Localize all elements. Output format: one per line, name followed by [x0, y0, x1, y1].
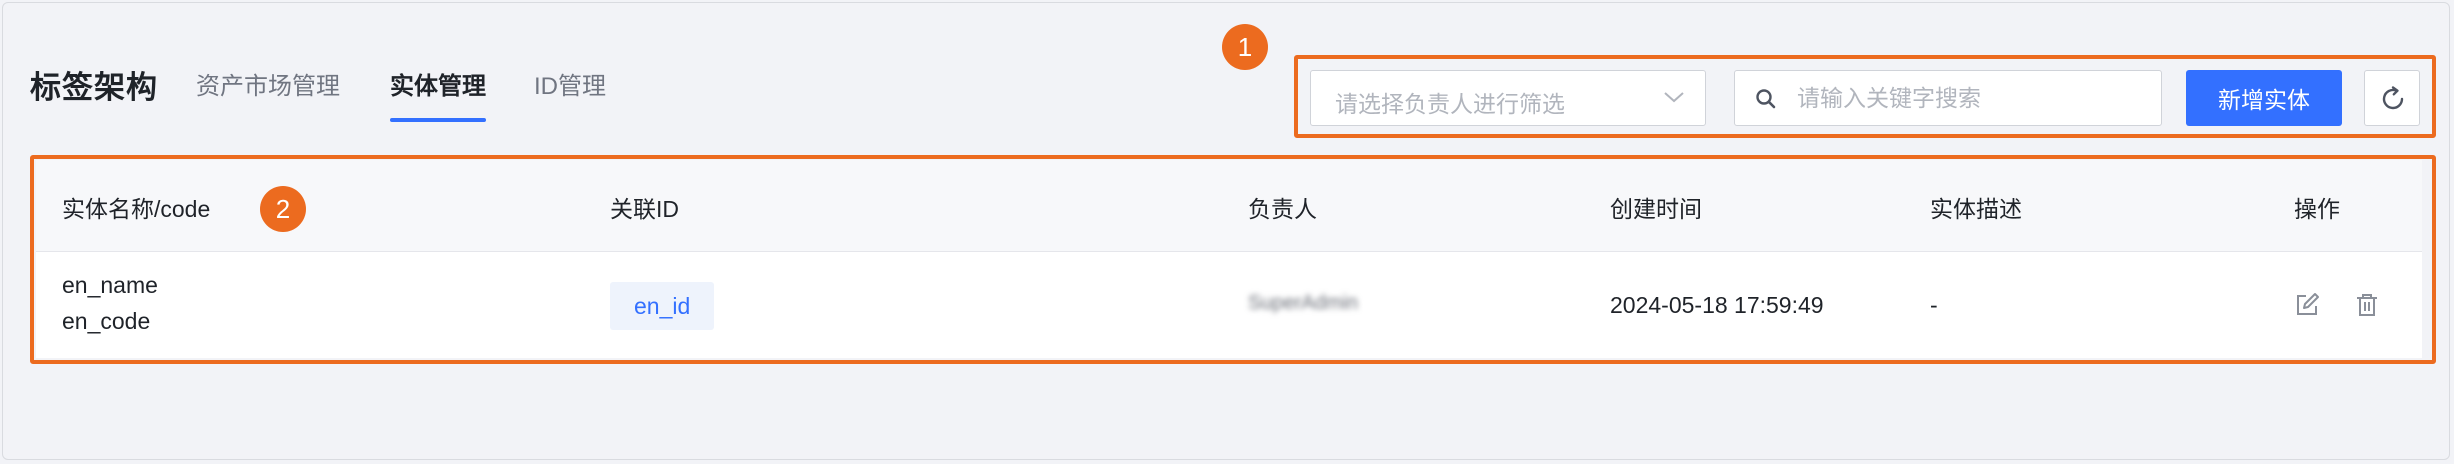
- callout-1: 1: [1222, 24, 1268, 70]
- tab-id-management[interactable]: ID管理: [534, 66, 606, 101]
- active-tab-indicator: [390, 118, 486, 122]
- callout-2: 2: [260, 186, 306, 232]
- search-input[interactable]: [1797, 79, 2147, 117]
- search-box[interactable]: [1734, 70, 2162, 126]
- chevron-down-icon: [1663, 89, 1685, 110]
- add-entity-button[interactable]: 新增实体: [2186, 70, 2342, 126]
- table-highlight: [30, 155, 2436, 364]
- owner-filter-placeholder: 请选择负责人进行筛选: [1335, 91, 1565, 117]
- search-icon: [1755, 88, 1777, 115]
- tab-entity-management[interactable]: 实体管理: [390, 66, 486, 101]
- owner-filter-select[interactable]: 请选择负责人进行筛选: [1310, 70, 1706, 126]
- tab-asset-market[interactable]: 资产市场管理: [196, 66, 340, 101]
- page-title: 标签架构: [30, 70, 158, 105]
- refresh-icon: [2382, 86, 2404, 110]
- refresh-button[interactable]: [2364, 70, 2420, 126]
